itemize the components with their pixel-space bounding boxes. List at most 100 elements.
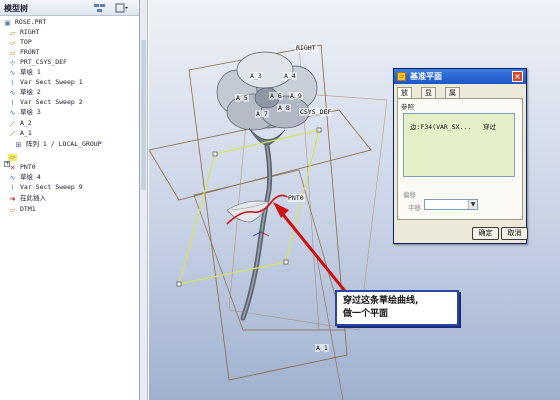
tree-item-var-sect-sweep-2[interactable]: ⌇ Var Sect Sweep 2 bbox=[8, 98, 83, 107]
tree-item-label: A_2 bbox=[20, 119, 32, 127]
csys-label[interactable]: CSYS_DEF bbox=[299, 108, 333, 116]
callout-line-1: 穿过这条草绘曲线, bbox=[343, 296, 419, 306]
datum-point-icon: ✕ bbox=[9, 164, 16, 172]
tree-item-label: 草绘 4 bbox=[20, 173, 41, 181]
tree-item-sketch-3[interactable]: ∿ 草绘 3 bbox=[8, 108, 41, 117]
tree-item-label: TOP bbox=[20, 38, 32, 46]
instruction-callout: 穿过这条草绘曲线, 做一个平面 bbox=[335, 290, 459, 326]
tree-item-label: 草绘 1 bbox=[20, 68, 41, 76]
part-icon: ▣ bbox=[4, 19, 11, 27]
sketch-icon: ∿ bbox=[9, 174, 16, 182]
model-tree-scrollbar[interactable] bbox=[140, 0, 148, 400]
tree-item-label: PRT_CSYS_DEF bbox=[20, 58, 67, 66]
placement-panel: 参照 边:F34(VAR_SX... 穿过 偏移 平移 ▼ bbox=[397, 98, 523, 220]
insert-here-icon: ➜ bbox=[9, 195, 16, 203]
sketch-icon: ∿ bbox=[9, 109, 16, 117]
axis-label-a7[interactable]: A_7 bbox=[255, 110, 269, 118]
tree-item-datum-plane[interactable]: ▱ bbox=[8, 152, 20, 161]
sweep-icon: ⌇ bbox=[10, 184, 15, 192]
datum-plane-dialog-icon: ▱ bbox=[397, 72, 406, 81]
tree-item-label: A_1 bbox=[20, 129, 32, 137]
rose-stem bbox=[240, 143, 273, 321]
references-label: 参照 bbox=[401, 103, 414, 111]
tree-item-prt-csys-def[interactable]: ⊹ PRT_CSYS_DEF bbox=[8, 58, 67, 67]
sketch-icon: ∿ bbox=[9, 69, 16, 77]
tree-item-label: PNT0 bbox=[20, 163, 36, 171]
tree-item-a2[interactable]: ⟋ A_2 bbox=[8, 119, 32, 128]
chevron-down-icon[interactable]: ▼ bbox=[468, 200, 477, 209]
axis-label-a1[interactable]: A_1 bbox=[315, 344, 329, 352]
tab-display[interactable]: 显示 bbox=[421, 87, 436, 107]
tree-item-label: 草绘 2 bbox=[20, 88, 41, 96]
offset-translation-field[interactable]: ▼ bbox=[424, 199, 478, 210]
datum-plane-icon: ▱ bbox=[9, 39, 16, 47]
tree-item-label: Var Sect Sweep 9 bbox=[20, 183, 83, 191]
tree-item-sketch-1[interactable]: ∿ 草绘 1 bbox=[8, 68, 41, 77]
datum-plane-label-right[interactable]: RIGHT bbox=[295, 44, 317, 52]
sketch-icon: ∿ bbox=[9, 89, 16, 97]
datum-point-label-pnt0[interactable]: PNT0 bbox=[287, 194, 305, 202]
tree-item-label: ROSE.PRT bbox=[15, 18, 47, 26]
datum-plane-icon: ▱ bbox=[9, 49, 16, 57]
tree-item-insert-here[interactable]: ➜ 在此插入 bbox=[8, 194, 46, 203]
tree-item-label: Var Sect Sweep 1 bbox=[20, 78, 83, 86]
tree-item-label: DTM1 bbox=[20, 205, 36, 213]
tree-item-sketch-4[interactable]: ∿ 草绘 4 bbox=[8, 173, 41, 182]
datum-plane-icon: ▱ bbox=[8, 153, 17, 161]
reference-constraint[interactable]: 穿过 bbox=[483, 121, 496, 131]
tree-item-sketch-2[interactable]: ∿ 草绘 2 bbox=[8, 88, 41, 97]
datum-plane-icon: ▱ bbox=[9, 29, 16, 37]
tree-item-top[interactable]: ▱ TOP bbox=[8, 38, 32, 47]
axis-label-a9[interactable]: A_9 bbox=[289, 92, 303, 100]
tree-item-label: RIGHT bbox=[20, 28, 40, 36]
axis-label-a8[interactable]: A_8 bbox=[277, 104, 291, 112]
cancel-button[interactable]: 取消 bbox=[501, 227, 528, 240]
axis-label-a6[interactable]: A_6 bbox=[269, 92, 283, 100]
plane-handle bbox=[283, 259, 289, 265]
tree-item-label: 阵列 1 / LOCAL_GROUP bbox=[26, 140, 102, 148]
datum-plane-icon: ▱ bbox=[9, 206, 16, 214]
show-options-icon[interactable] bbox=[114, 2, 130, 14]
tree-item-label: 草绘 3 bbox=[20, 108, 41, 116]
model-tree-panel: 模型树 ▣ ROSE.PRT ▱ RIGHT ▱ TOP ▱ FRONT ⊹ PRT_CS… bbox=[0, 0, 140, 400]
dialog-titlebar[interactable]: ▱ 基准平面 × bbox=[394, 69, 526, 84]
offset-label: 偏移 bbox=[403, 191, 416, 199]
plane-handle bbox=[212, 151, 218, 157]
tree-item-rose-prt[interactable]: ▣ ROSE.PRT bbox=[3, 18, 46, 27]
axis-label-a5[interactable]: A_5 bbox=[235, 94, 249, 102]
axis-label-a4[interactable]: A_4 bbox=[283, 72, 297, 80]
callout-line-2: 做一个平面 bbox=[343, 309, 389, 319]
tree-item-label: FRONT bbox=[20, 48, 40, 56]
model-tree-header: 模型树 bbox=[0, 0, 139, 16]
annotation-arrowhead bbox=[273, 202, 289, 218]
pattern-icon: ⊞ bbox=[15, 141, 22, 149]
plane-handle bbox=[316, 127, 322, 133]
tree-settings-icon[interactable] bbox=[92, 2, 108, 14]
sweep-icon: ⌇ bbox=[10, 99, 15, 107]
model-tree-title: 模型树 bbox=[4, 4, 28, 13]
dialog-title: 基准平面 bbox=[410, 72, 442, 81]
datum-axis-line bbox=[316, 257, 344, 400]
scrollbar-thumb[interactable] bbox=[141, 40, 146, 190]
tree-item-label: 在此插入 bbox=[20, 194, 46, 202]
translation-label: 平移 bbox=[408, 204, 421, 212]
reference-item[interactable]: 边:F34(VAR_SX... bbox=[410, 121, 471, 131]
tree-item-front[interactable]: ▱ FRONT bbox=[8, 48, 40, 57]
tree-item-pattern-1[interactable]: ⊞ 阵列 1 / LOCAL_GROUP bbox=[14, 140, 102, 149]
plane-handle bbox=[176, 281, 182, 287]
tree-item-right[interactable]: ▱ RIGHT bbox=[8, 28, 40, 37]
tree-item-dtm1[interactable]: ▱ DTM1 bbox=[8, 205, 36, 214]
tab-properties[interactable]: 属性 bbox=[445, 87, 460, 107]
tree-item-var-sect-sweep-9[interactable]: ⌇ Var Sect Sweep 9 bbox=[8, 183, 83, 192]
coordinate-system-icon: ⊹ bbox=[9, 59, 16, 67]
tree-item-var-sect-sweep-1[interactable]: ⌇ Var Sect Sweep 1 bbox=[8, 78, 83, 87]
close-icon[interactable]: × bbox=[512, 71, 523, 82]
datum-plane-dialog: ▱ 基准平面 × 放置 显示 属性 参照 边:F34(VAR_SX... 穿过 … bbox=[393, 68, 528, 244]
tree-item-pnt0[interactable]: ✕ PNT0 bbox=[8, 163, 36, 172]
datum-axis-icon: ⟋ bbox=[10, 130, 15, 138]
datum-axis-icon: ⟋ bbox=[10, 120, 15, 128]
axis-label-a3[interactable]: A_3 bbox=[249, 72, 263, 80]
references-collector[interactable]: 边:F34(VAR_SX... 穿过 bbox=[403, 113, 515, 177]
tree-item-a1[interactable]: ⟋ A_1 bbox=[8, 129, 32, 138]
ok-button[interactable]: 确定 bbox=[472, 227, 499, 240]
